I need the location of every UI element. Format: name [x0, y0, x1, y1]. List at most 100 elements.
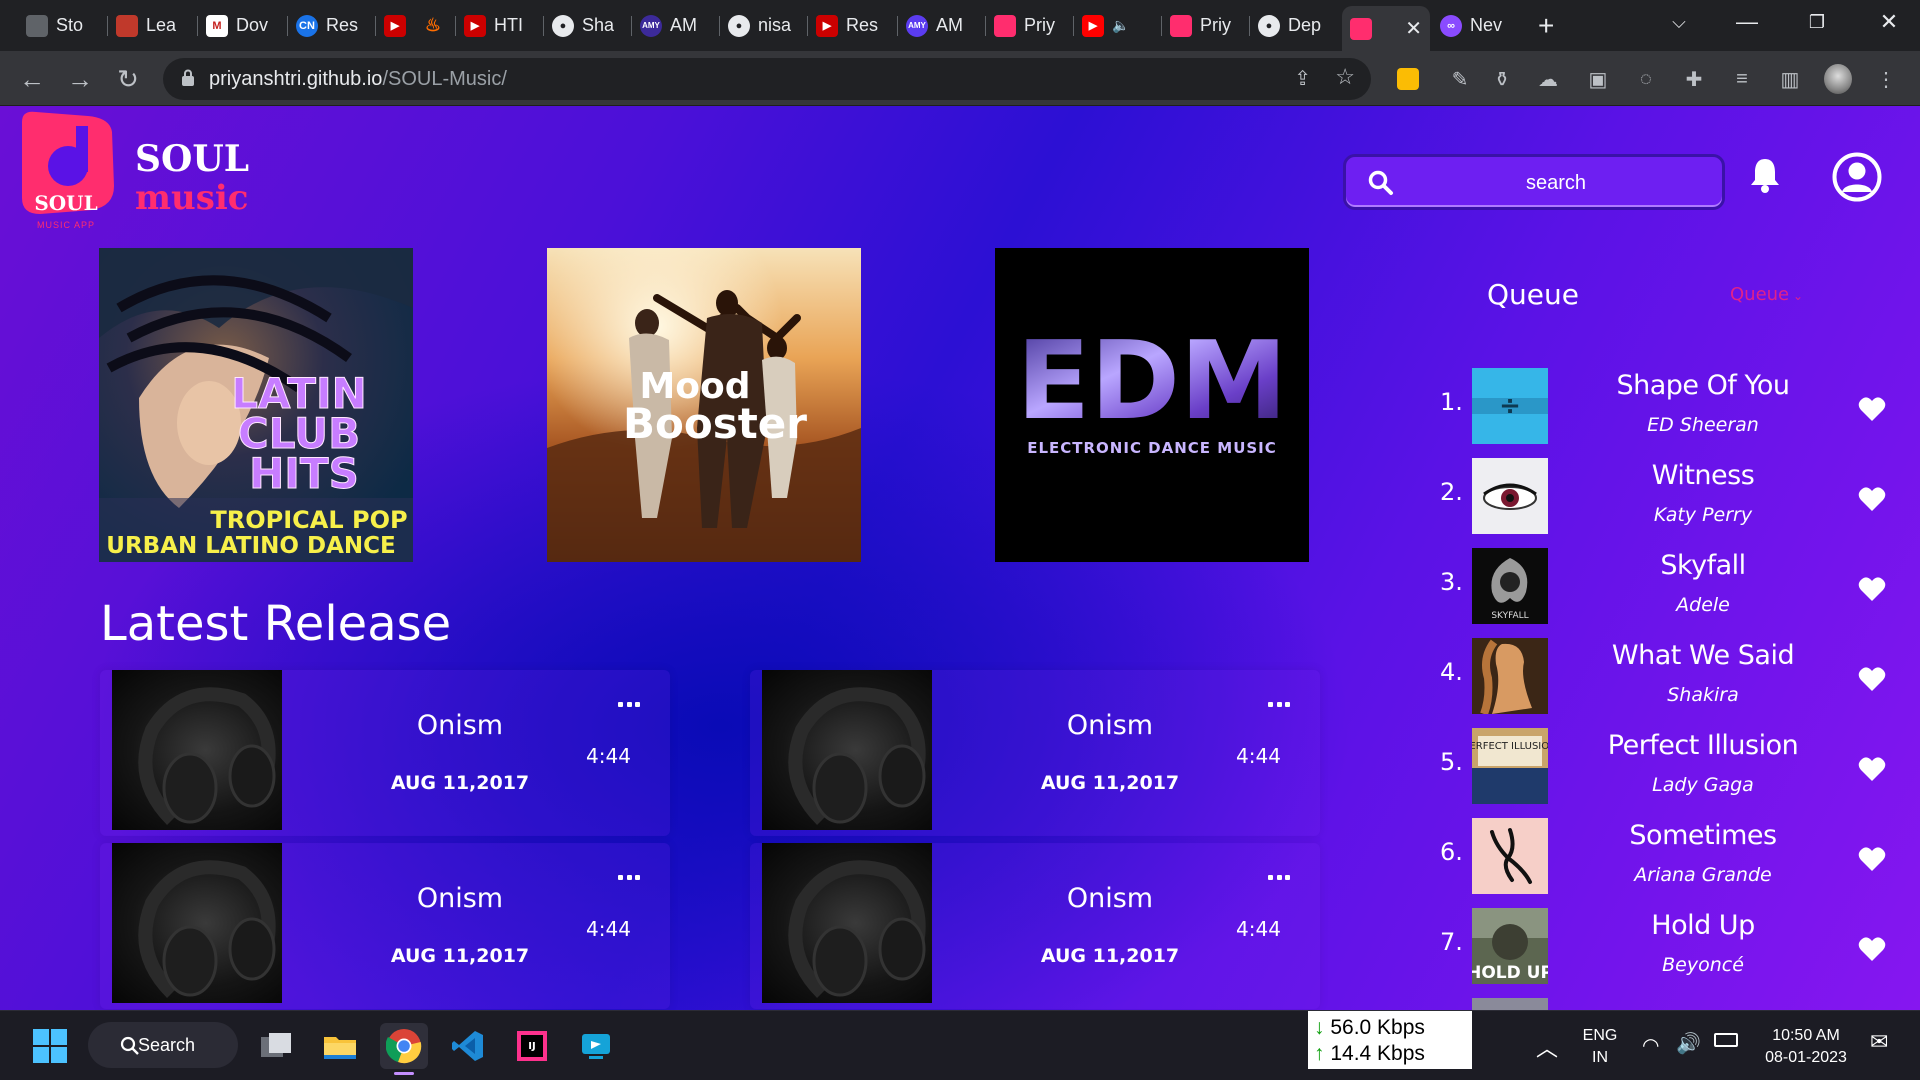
extension-window-icon[interactable]: ▣	[1584, 65, 1612, 93]
featured-mood-booster[interactable]: Mood Booster	[547, 248, 861, 562]
side-panel-icon[interactable]: ▥	[1776, 65, 1804, 93]
extension-keep-icon[interactable]	[1394, 65, 1422, 93]
queue-item[interactable]: 6. Sometimes Ariana Grande	[1440, 818, 1886, 898]
windows-start-icon[interactable]	[26, 1023, 74, 1069]
queue-item[interactable]: 5. PERFECT ILLUSION Perfect Illusion Lad…	[1440, 728, 1886, 808]
release-card[interactable]: Onism 4:44 AUG 11,2017	[750, 843, 1320, 1009]
close-window-button[interactable]: ✕	[1858, 0, 1920, 44]
bookmark-star-icon[interactable]: ☆	[1335, 64, 1355, 90]
release-thumbnail	[112, 843, 282, 1003]
soul-music-page: SOUL MUSIC APP SOUL music LATIN CLUB	[0, 106, 1920, 1010]
battery-icon[interactable]	[1714, 1033, 1738, 1047]
bell-icon[interactable]	[1748, 156, 1782, 194]
volume-icon[interactable]: 🔊	[1676, 1031, 1701, 1056]
heart-icon[interactable]	[1858, 666, 1886, 692]
youtube-icon: ▶	[816, 14, 838, 37]
extensions-puzzle-icon[interactable]: ✚	[1680, 65, 1708, 93]
user-icon[interactable]	[1832, 152, 1882, 202]
browser-tab[interactable]: ▶	[376, 6, 414, 45]
queue-dropdown[interactable]: Queue ⌄	[1730, 284, 1803, 305]
release-card[interactable]: Onism 4:44 AUG 11,2017	[750, 670, 1320, 836]
forward-button[interactable]: →	[62, 61, 98, 97]
heart-icon[interactable]	[1858, 396, 1886, 422]
heart-icon[interactable]	[1858, 486, 1886, 512]
browser-tab[interactable]: Sto	[18, 6, 108, 45]
extension-bottle-icon[interactable]: ⚱	[1488, 65, 1516, 93]
search-icon[interactable]	[1368, 170, 1394, 196]
queue-item[interactable]: 7. HOLD UP Hold Up Beyoncé	[1440, 908, 1886, 988]
address-bar[interactable]: priyanshtri.github.io/SOUL-Music/ ⇪ ☆	[163, 58, 1371, 100]
minimize-button[interactable]: —	[1716, 0, 1778, 44]
queue-item[interactable]: 1. ÷ Shape Of You ED Sheeran	[1440, 368, 1886, 448]
logo-subtext: MUSIC APP	[37, 220, 95, 230]
profile-avatar[interactable]	[1824, 64, 1852, 94]
taskbar-search[interactable]: Search	[88, 1022, 238, 1068]
album-art	[1472, 638, 1548, 714]
new-tab-button[interactable]: +	[1530, 6, 1570, 45]
share-icon[interactable]: ⇪	[1294, 66, 1311, 91]
task-view-icon[interactable]	[252, 1023, 300, 1069]
remote-app-icon[interactable]	[572, 1023, 620, 1069]
browser-tab[interactable]: CN Res	[288, 6, 376, 45]
search-icon	[120, 1036, 139, 1055]
file-explorer-icon[interactable]	[316, 1023, 364, 1069]
browser-tab[interactable]: Priy	[1162, 6, 1250, 45]
release-card[interactable]: Onism 4:44 AUG 11,2017	[100, 843, 670, 1009]
browser-tab[interactable]: ▶ Res	[808, 6, 898, 45]
browser-tab[interactable]: ● Sha	[544, 6, 632, 45]
heart-icon[interactable]	[1858, 756, 1886, 782]
more-options-icon[interactable]	[618, 702, 640, 710]
queue-item[interactable]: 2. Witness Katy Perry	[1440, 458, 1886, 538]
browser-tab[interactable]: M Dov	[198, 6, 288, 45]
song-artist: ED Sheeran	[1647, 414, 1759, 436]
wifi-icon[interactable]: ◠	[1642, 1033, 1659, 1058]
browser-tab[interactable]: ∞ Nev	[1432, 6, 1518, 45]
browser-menu-icon[interactable]: ⋮	[1872, 65, 1900, 93]
featured-latin-club-hits[interactable]: LATIN CLUB HITS TROPICAL POP URBAN LATIN…	[99, 248, 413, 562]
heart-icon[interactable]	[1858, 576, 1886, 602]
more-options-icon[interactable]	[618, 875, 640, 883]
back-button[interactable]: ←	[14, 61, 50, 97]
divide-icon: ÷	[1499, 391, 1521, 421]
reload-button[interactable]: ↻	[110, 61, 146, 97]
search-input[interactable]	[1406, 165, 1706, 201]
browser-tab[interactable]: ▶ 🔈	[1074, 6, 1162, 45]
browser-tab[interactable]: AMY AM	[632, 6, 720, 45]
clock[interactable]: 10:50 AM 08-01-2023	[1756, 1025, 1856, 1069]
queue-item-partial[interactable]	[1440, 998, 1880, 1010]
queue-item[interactable]: 4. What We Said Shakira	[1440, 638, 1886, 718]
vscode-icon[interactable]	[444, 1023, 492, 1069]
browser-tab[interactable]: ▶ HTI	[456, 6, 544, 45]
browser-tab[interactable]: Priy	[986, 6, 1074, 45]
browser-tab[interactable]: AMY AM	[898, 6, 986, 45]
more-options-icon[interactable]	[1268, 875, 1290, 883]
browser-tab[interactable]: ● Dep	[1250, 6, 1340, 45]
jetbrains-icon[interactable]: IJ	[508, 1023, 556, 1069]
release-card[interactable]: Onism 4:44 AUG 11,2017	[100, 670, 670, 836]
media-control-icon[interactable]: ≡	[1728, 65, 1756, 93]
release-duration: 4:44	[586, 744, 631, 768]
close-tab-icon[interactable]: ✕	[1405, 16, 1422, 41]
extension-pen-icon[interactable]: ✎	[1446, 65, 1474, 93]
more-options-icon[interactable]	[1268, 702, 1290, 710]
browser-tab[interactable]: ♨	[414, 6, 456, 45]
featured-edm[interactable]: EDM ELECTRONIC DANCE MUSIC	[995, 248, 1309, 562]
restore-button[interactable]: ❐	[1786, 0, 1848, 44]
chrome-icon[interactable]	[380, 1023, 428, 1075]
tray-chevron-up-icon[interactable]: ︿	[1536, 1031, 1558, 1063]
browser-tab[interactable]: Lea	[108, 6, 198, 45]
browser-tab[interactable]: ● nisa	[720, 6, 808, 45]
tab-search-chevron-icon[interactable]: ⌵	[1648, 0, 1710, 44]
queue-item[interactable]: 3. SKYFALL Skyfall Adele	[1440, 548, 1886, 628]
latest-release-heading: Latest Release	[100, 596, 452, 652]
soul-logo[interactable]: SOUL MUSIC APP	[18, 110, 118, 234]
heart-icon[interactable]	[1858, 846, 1886, 872]
headphones-icon	[788, 860, 926, 998]
extension-cloud-icon[interactable]: ☁	[1534, 65, 1562, 93]
queue-number: 6.	[1440, 838, 1463, 866]
extension-circle-icon[interactable]: ◌	[1632, 65, 1660, 93]
heart-icon[interactable]	[1858, 936, 1886, 962]
browser-tab-active[interactable]: ✕	[1342, 6, 1430, 51]
language-indicator[interactable]: ENG IN	[1574, 1025, 1626, 1069]
notifications-icon[interactable]: ✉	[1870, 1029, 1888, 1055]
